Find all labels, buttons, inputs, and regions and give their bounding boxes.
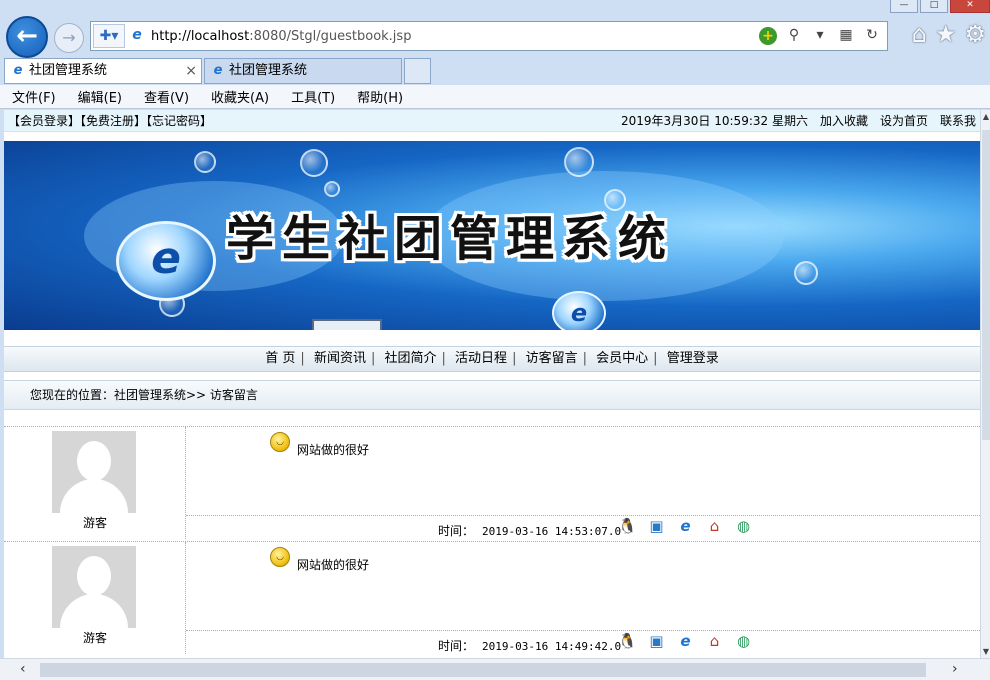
datetime: 2019年3月30日 10:59:32 星期六 bbox=[620, 114, 808, 128]
search-icon[interactable]: ⚲ bbox=[785, 27, 803, 45]
home-icon[interactable]: ⌂ bbox=[705, 517, 724, 535]
entry-meta: 时间： 2019-03-16 14:49:42.0 🐧 ▣ e ⌂ ◍ bbox=[186, 630, 980, 654]
tab-label: 社团管理系统 bbox=[29, 63, 108, 78]
browser-icons: ⌂ ★ ⚙ bbox=[912, 20, 986, 48]
shield-icon[interactable]: ✚▾ bbox=[93, 24, 125, 48]
account-links[interactable]: 【会员登录】【免费注册】【忘记密码】 bbox=[8, 112, 212, 129]
smiley-icon: ◡ bbox=[270, 547, 290, 567]
nav-news[interactable]: 新闻资讯 bbox=[311, 351, 369, 366]
new-tab-button[interactable] bbox=[404, 58, 431, 84]
nav-admin-login[interactable]: 管理登录 bbox=[664, 351, 722, 366]
ie-icon[interactable]: e bbox=[676, 517, 695, 535]
avatar bbox=[52, 431, 136, 513]
url-text[interactable]: http://localhost:8080/Stgl/guestbook.jsp bbox=[151, 29, 411, 44]
avatar bbox=[52, 546, 136, 628]
address-bar[interactable]: ✚▾ e http://localhost:8080/Stgl/guestboo… bbox=[90, 21, 888, 51]
qq-icon[interactable]: 🐧 bbox=[618, 632, 637, 650]
scroll-up-icon[interactable]: ▲ bbox=[981, 112, 990, 121]
menu-favorites[interactable]: 收藏夹(A) bbox=[205, 87, 275, 106]
ie-tab-icon: e bbox=[213, 63, 223, 78]
scroll-left-icon[interactable]: ‹ bbox=[20, 661, 26, 677]
menu-bar: 文件(F) 编辑(E) 查看(V) 收藏夹(A) 工具(T) 帮助(H) bbox=[0, 85, 990, 109]
entry-time: 时间： 2019-03-16 14:53:07.0 bbox=[438, 524, 622, 538]
qq-icon[interactable]: 🐧 bbox=[618, 517, 637, 535]
vertical-scrollbar[interactable]: ▲ ▼ bbox=[980, 110, 990, 658]
ie-page-icon: e bbox=[132, 27, 142, 43]
site-title: 学生社团管理系统 bbox=[226, 211, 675, 267]
globe-icon[interactable]: ◍ bbox=[734, 517, 753, 535]
breadcrumb: 您现在的位置：社团管理系统>> 访客留言 bbox=[4, 380, 980, 410]
maximize-button[interactable]: □ bbox=[920, 0, 948, 13]
address-tools: + ⚲ ▾ ▦ ↻ bbox=[759, 27, 881, 45]
message-text: 网站做的很好 bbox=[297, 558, 370, 572]
entry-content: ◡ 网站做的很好 bbox=[186, 542, 980, 630]
contact-link[interactable]: 联系我 bbox=[940, 112, 976, 129]
vertical-scroll-thumb[interactable] bbox=[982, 130, 990, 440]
contact-card-icon[interactable]: ▣ bbox=[647, 517, 666, 535]
set-home-link[interactable]: 设为首页 bbox=[880, 112, 928, 129]
minimize-button[interactable]: — bbox=[890, 0, 918, 13]
close-window-button[interactable]: ✕ bbox=[950, 0, 990, 13]
tab-active[interactable]: e 社团管理系统 × bbox=[4, 58, 202, 84]
home-icon[interactable]: ⌂ bbox=[912, 20, 927, 48]
nav-events[interactable]: 活动日程 bbox=[452, 351, 510, 366]
nav-about[interactable]: 社团简介 bbox=[382, 351, 440, 366]
nav-member-center[interactable]: 会员中心 bbox=[593, 351, 651, 366]
banner: e e 学生社团管理系统 bbox=[4, 141, 980, 330]
menu-view[interactable]: 查看(V) bbox=[138, 87, 195, 106]
favorites-star-icon[interactable]: ★ bbox=[935, 20, 957, 48]
ie-icon[interactable]: e bbox=[676, 632, 695, 650]
tab-label: 社团管理系统 bbox=[229, 63, 308, 78]
scroll-down-icon[interactable]: ▼ bbox=[981, 647, 990, 656]
add-favorite-link[interactable]: 加入收藏 bbox=[820, 112, 868, 129]
window-controls: — □ ✕ bbox=[890, 0, 990, 14]
dropdown-icon[interactable]: ▾ bbox=[811, 27, 829, 45]
scroll-right-icon[interactable]: › bbox=[952, 661, 958, 677]
entry-meta: 时间： 2019-03-16 14:53:07.0 🐧 ▣ e ⌂ ◍ bbox=[186, 515, 980, 539]
addon-icon[interactable]: + bbox=[759, 27, 777, 45]
page-viewport: 【会员登录】【免费注册】【忘记密码】 2019年3月30日 10:59:32 星… bbox=[4, 110, 980, 658]
message-text: 网站做的很好 bbox=[297, 443, 370, 457]
guestbook-entry: 游客 ◡ 网站做的很好 时间： 2019-03-16 14:49:42.0 🐧 ▣… bbox=[4, 541, 980, 654]
top-bar: 【会员登录】【免费注册】【忘记密码】 2019年3月30日 10:59:32 星… bbox=[4, 110, 980, 132]
entry-time: 时间： 2019-03-16 14:49:42.0 bbox=[438, 639, 622, 653]
gear-icon[interactable]: ⚙ bbox=[964, 20, 986, 48]
ie-logo-small: e bbox=[552, 291, 606, 330]
tab-strip: e 社团管理系统 × e 社团管理系统 bbox=[0, 58, 990, 84]
forward-button[interactable]: → bbox=[54, 23, 84, 53]
main-nav: 首 页 | 新闻资讯 | 社团简介 | 活动日程 | 访客留言 | 会员中心 | 管理登录 bbox=[4, 346, 980, 372]
nav-home[interactable]: 首 页 bbox=[262, 351, 298, 366]
entry-user: 游客 bbox=[4, 427, 186, 539]
globe-icon[interactable]: ◍ bbox=[734, 632, 753, 650]
menu-file[interactable]: 文件(F) bbox=[6, 87, 62, 106]
address-row: ← → ✚▾ e http://localhost:8080/Stgl/gues… bbox=[0, 14, 990, 58]
home-icon[interactable]: ⌂ bbox=[705, 632, 724, 650]
menu-tools[interactable]: 工具(T) bbox=[285, 87, 341, 106]
contact-card-icon[interactable]: ▣ bbox=[647, 632, 666, 650]
horizontal-scrollbar[interactable]: ‹ › bbox=[0, 658, 990, 680]
close-tab-icon[interactable]: × bbox=[185, 59, 197, 83]
tab-inactive[interactable]: e 社团管理系统 bbox=[204, 58, 402, 84]
entry-content: ◡ 网站做的很好 bbox=[186, 427, 980, 515]
nav-guestbook[interactable]: 访客留言 bbox=[523, 351, 581, 366]
smiley-icon: ◡ bbox=[270, 432, 290, 452]
ie-logo-large: e bbox=[116, 221, 216, 301]
ie-tab-icon: e bbox=[13, 63, 23, 78]
user-name: 游客 bbox=[82, 516, 107, 530]
compat-view-icon[interactable]: ▦ bbox=[837, 27, 855, 45]
entry-user: 游客 bbox=[4, 542, 186, 654]
back-button[interactable]: ← bbox=[6, 16, 48, 58]
menu-help[interactable]: 帮助(H) bbox=[351, 87, 409, 106]
user-name: 游客 bbox=[82, 631, 107, 645]
refresh-icon[interactable]: ↻ bbox=[863, 27, 881, 45]
menu-edit[interactable]: 编辑(E) bbox=[72, 87, 128, 106]
horizontal-scroll-thumb[interactable] bbox=[40, 663, 926, 677]
guestbook-entry: 游客 ◡ 网站做的很好 时间： 2019-03-16 14:53:07.0 🐧 ▣… bbox=[4, 426, 980, 539]
